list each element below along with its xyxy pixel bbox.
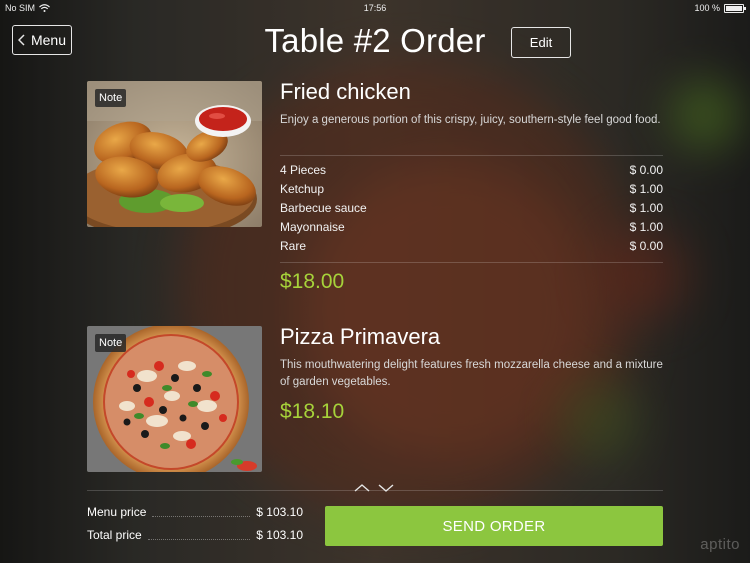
chevron-up-icon[interactable] [354, 483, 370, 493]
item-description: Enjoy a generous portion of this crispy,… [280, 114, 661, 126]
modifier-row: Barbecue sauce $ 1.00 [280, 199, 663, 218]
send-order-label: SEND ORDER [442, 517, 546, 535]
edit-button[interactable]: Edit [511, 27, 571, 58]
back-button-label: Menu [30, 32, 67, 48]
note-badge[interactable]: Note [95, 89, 127, 107]
item-name: Fried chicken [280, 79, 411, 104]
total-price-row: Total price $ 103.10 [87, 528, 303, 542]
battery-icon [724, 3, 746, 13]
modifier-label: Rare [280, 239, 307, 253]
back-to-menu-button[interactable]: Menu [12, 25, 72, 55]
status-bar: No SIM 17:56 100 % [0, 0, 750, 16]
modifier-row: 4 Pieces $ 0.00 [280, 161, 663, 180]
menu-price-value: $ 103.10 [256, 505, 303, 519]
chevron-left-icon [17, 34, 25, 46]
item-name: Pizza Primavera [280, 324, 441, 349]
pizza-primavera-image[interactable]: Note [87, 326, 262, 472]
modifier-price: $ 1.00 [629, 220, 663, 234]
total-price-value: $ 103.10 [256, 528, 303, 542]
status-right: 100 % [694, 3, 746, 13]
modifier-list: 4 Pieces $ 0.00 Ketchup $ 1.00 Barbecue … [280, 155, 663, 263]
modifier-label: 4 Pieces [280, 163, 327, 177]
dotted-leader [152, 508, 251, 517]
edit-button-label: Edit [529, 35, 553, 50]
note-badge[interactable]: Note [95, 334, 127, 352]
item-price: $18.00 [280, 270, 345, 293]
fried-chicken-image[interactable]: Note [87, 81, 262, 227]
modifier-row: Ketchup $ 1.00 [280, 180, 663, 199]
menu-price-label: Menu price [87, 505, 147, 519]
modifier-row: Rare $ 0.00 [280, 237, 663, 256]
item-description: This mouthwatering delight features fres… [280, 359, 663, 388]
menu-price-row: Menu price $ 103.10 [87, 505, 303, 519]
modifier-price: $ 0.00 [629, 163, 663, 177]
chevron-down-icon[interactable] [378, 483, 394, 493]
modifier-label: Barbecue sauce [280, 201, 367, 215]
modifier-label: Mayonnaise [280, 220, 345, 234]
item-price: $18.10 [280, 400, 345, 423]
modifier-label: Ketchup [280, 182, 325, 196]
brand-logo: aptito [700, 536, 740, 553]
scroll-controls [354, 483, 394, 493]
status-time: 17:56 [363, 3, 387, 13]
battery-percent: 100 % [694, 3, 720, 13]
modifier-row: Mayonnaise $ 1.00 [280, 218, 663, 237]
modifier-price: $ 1.00 [629, 201, 663, 215]
page-title: Table #2 Order [264, 22, 486, 59]
modifier-price: $ 0.00 [629, 239, 663, 253]
modifier-price: $ 1.00 [629, 182, 663, 196]
send-order-button[interactable]: SEND ORDER [325, 506, 663, 546]
dotted-leader [147, 531, 251, 540]
total-price-label: Total price [87, 528, 142, 542]
